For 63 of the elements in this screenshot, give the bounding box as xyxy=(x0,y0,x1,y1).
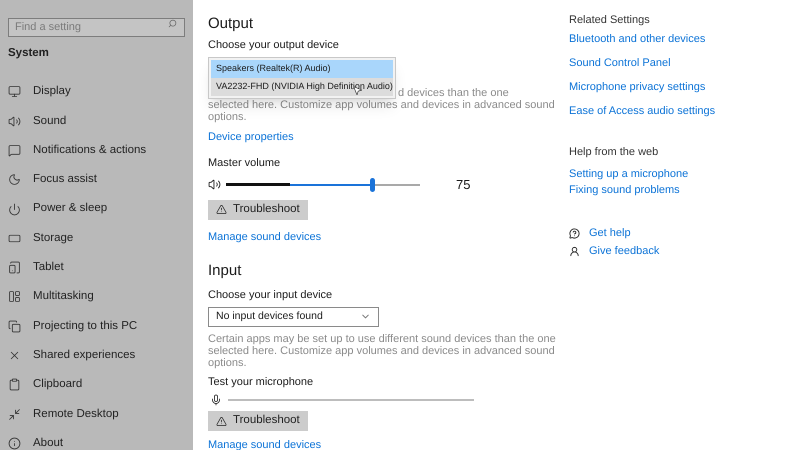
arrows-icon xyxy=(8,408,21,421)
nav-item[interactable]: Shared experiences xyxy=(8,340,185,370)
layout-icon xyxy=(8,290,21,304)
warning-icon xyxy=(216,204,227,215)
help-link[interactable]: Setting up a microphone xyxy=(569,168,688,181)
speaker-icon xyxy=(208,178,221,191)
slider-thumb[interactable] xyxy=(370,178,374,192)
related-link[interactable]: Ease of Access audio settings xyxy=(569,104,716,118)
nav-item[interactable]: Projecting to this PC xyxy=(8,312,185,341)
section-title: System xyxy=(8,46,49,61)
nav-item[interactable]: Storage xyxy=(8,224,185,254)
nav-item[interactable]: Power & sleep xyxy=(8,194,185,224)
nav-item[interactable]: Sound xyxy=(8,106,185,136)
description-text: d devices than the one xyxy=(398,86,509,98)
description-text: Certain apps may be set up to use different sound devices than the one selected here. Customize app volumes and devices in advanced sound options. xyxy=(208,332,556,368)
nav-item[interactable]: Tablet xyxy=(8,253,185,282)
chat-question-icon xyxy=(569,228,580,239)
help-link[interactable]: Fixing sound problems xyxy=(569,184,680,197)
clipboard-icon xyxy=(8,378,21,392)
dropdown-option[interactable]: Speakers (Realtek(R) Audio) xyxy=(211,60,393,78)
manage-devices-link[interactable]: Manage sound devices xyxy=(208,439,322,450)
section-heading: Output xyxy=(208,15,254,33)
volume-slider[interactable] xyxy=(226,178,420,192)
nav-item[interactable]: About xyxy=(8,428,185,450)
section-title: Help from the web xyxy=(569,144,658,160)
section-title: Related Settings xyxy=(569,13,650,28)
nav-item[interactable]: Multitasking xyxy=(8,282,185,312)
message-icon xyxy=(8,144,21,157)
search-field[interactable]: Find a setting xyxy=(8,18,185,36)
screens-icon xyxy=(8,320,21,333)
field-label: Master volume xyxy=(208,156,280,171)
input-device-dropdown[interactable]: No input devices found xyxy=(208,306,379,326)
dropdown-option[interactable]: VA2232-FHD (NVIDIA High Definition Audio) xyxy=(211,78,393,96)
feedback-link[interactable]: Give feedback xyxy=(589,245,660,258)
info-icon xyxy=(8,436,21,450)
tablet-icon xyxy=(8,261,21,274)
nav-item[interactable]: Remote Desktop xyxy=(8,400,185,429)
warning-icon xyxy=(216,416,227,426)
nav-item[interactable]: Notifications & actions xyxy=(8,136,185,166)
field-label: Choose your output device xyxy=(208,38,339,53)
troubleshoot-button[interactable]: Troubleshoot xyxy=(208,411,308,431)
moon-icon xyxy=(8,173,21,186)
power-icon xyxy=(8,202,21,216)
volume-reading: 75 xyxy=(456,176,470,194)
field-label: Test your microphone xyxy=(208,374,314,390)
nav-item[interactable]: Clipboard xyxy=(8,370,185,400)
search-icon xyxy=(168,19,177,28)
monitor-icon xyxy=(8,85,21,98)
person-icon xyxy=(569,246,580,257)
related-link[interactable]: Bluetooth and other devices xyxy=(569,32,706,46)
section-heading: Input xyxy=(208,262,242,280)
device-properties-link[interactable]: Device properties xyxy=(208,128,294,145)
speaker-icon xyxy=(8,114,21,128)
related-link[interactable]: Microphone privacy settings xyxy=(569,80,706,94)
nav-item[interactable]: Focus assist xyxy=(8,165,185,194)
troubleshoot-button[interactable]: Troubleshoot xyxy=(208,200,308,220)
nav-item[interactable]: Display xyxy=(8,77,185,107)
get-help-link[interactable]: Get help xyxy=(589,227,631,240)
related-link[interactable]: Sound Control Panel xyxy=(569,56,671,70)
manage-devices-link[interactable]: Manage sound devices xyxy=(208,228,322,245)
microphone-icon xyxy=(210,394,222,406)
field-label: Choose your input device xyxy=(208,288,332,303)
description-text: selected here. Customize app volumes and devices in advanced sound options. xyxy=(208,98,555,122)
